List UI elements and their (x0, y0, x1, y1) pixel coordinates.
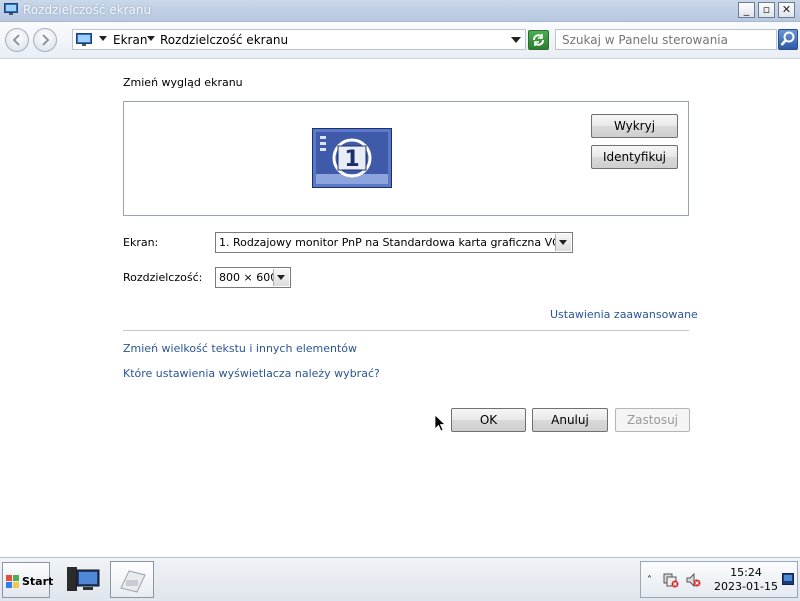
apply-button[interactable]: Zastosuj (615, 408, 690, 432)
minimize-button[interactable]: _ (738, 2, 755, 18)
monitor-1-preview-icon[interactable]: 1 (312, 128, 392, 188)
resolution-select[interactable]: 800 × 600 (215, 267, 291, 288)
page-heading: Zmień wygląd ekranu (123, 76, 243, 89)
show-desktop-icon[interactable] (782, 573, 794, 585)
system-tray: ˄ 15:24 2023-01-15 (640, 561, 798, 598)
title-bar: Rozdzielczość ekranu _ ▫ ✕ (0, 0, 800, 22)
breadcrumb-resolution[interactable]: Rozdzielczość ekranu (160, 33, 288, 47)
address-bar[interactable]: Ekran Rozdzielczość ekranu (72, 29, 526, 50)
display-label: Ekran: (123, 236, 159, 249)
clock-time: 15:24 (730, 566, 762, 579)
breadcrumb-ekran[interactable]: Ekran (113, 33, 147, 47)
volume-muted-icon[interactable] (685, 572, 701, 588)
forward-button[interactable] (33, 28, 57, 52)
close-button[interactable]: ✕ (778, 2, 795, 18)
text-size-link[interactable]: Zmień wielkość tekstu i innych elementów (123, 342, 357, 355)
clock-date: 2023-01-15 (714, 580, 778, 593)
cancel-button[interactable]: Anuluj (532, 408, 608, 432)
search-box[interactable] (555, 29, 777, 50)
breadcrumb-separator-icon[interactable] (99, 36, 107, 41)
resolution-label: Rozdzielczość: (123, 271, 203, 284)
maximize-button[interactable]: ▫ (758, 2, 775, 18)
display-select-value: 1. Rodzajowy monitor PnP na Standardowa … (219, 236, 569, 249)
display-select[interactable]: 1. Rodzajowy monitor PnP na Standardowa … (215, 232, 573, 253)
resolution-select-value: 800 × 600 (219, 271, 278, 284)
window-title: Rozdzielczość ekranu (23, 3, 152, 17)
chevron-down-icon[interactable] (273, 269, 289, 286)
address-history-dropdown-icon[interactable] (511, 37, 521, 43)
search-icon (780, 31, 795, 46)
mouse-pointer-icon (434, 414, 446, 432)
search-input[interactable] (556, 30, 776, 49)
chevron-down-icon[interactable] (555, 234, 571, 251)
navigation-bar: Ekran Rozdzielczość ekranu (0, 22, 800, 59)
divider (123, 330, 689, 331)
detect-button[interactable]: Wykryj (591, 114, 678, 138)
advanced-settings-link[interactable]: Ustawienia zaawansowane (550, 308, 698, 321)
identify-button[interactable]: Identyfikuj (591, 145, 678, 169)
show-hidden-icons-button[interactable]: ˄ (647, 575, 652, 586)
breadcrumb-separator-icon[interactable] (147, 36, 155, 41)
start-label: Start (22, 575, 54, 588)
search-button[interactable] (778, 29, 798, 50)
taskbar: Start ˄ 15:24 2023-01-15 (0, 557, 800, 601)
network-disconnected-icon[interactable] (663, 572, 679, 588)
back-button[interactable] (5, 28, 29, 52)
display-settings-icon (4, 3, 18, 15)
start-button[interactable]: Start (2, 562, 54, 598)
refresh-button[interactable] (528, 30, 549, 50)
display-window-icon (120, 570, 146, 593)
forward-arrow-icon (42, 34, 50, 46)
clock[interactable]: 15:24 2023-01-15 (711, 566, 781, 594)
monitor-icon (76, 33, 92, 46)
ok-button[interactable]: OK (451, 408, 526, 432)
computer-icon (67, 567, 100, 591)
refresh-icon (533, 34, 544, 46)
taskbar-computer-button[interactable] (61, 561, 105, 598)
monitor-number-label: 1 (344, 147, 359, 172)
taskbar-display-settings-button[interactable] (110, 561, 154, 598)
back-arrow-icon (12, 34, 20, 46)
windows-logo-icon (6, 575, 19, 588)
which-display-settings-link[interactable]: Które ustawienia wyświetlacza należy wyb… (123, 367, 380, 380)
